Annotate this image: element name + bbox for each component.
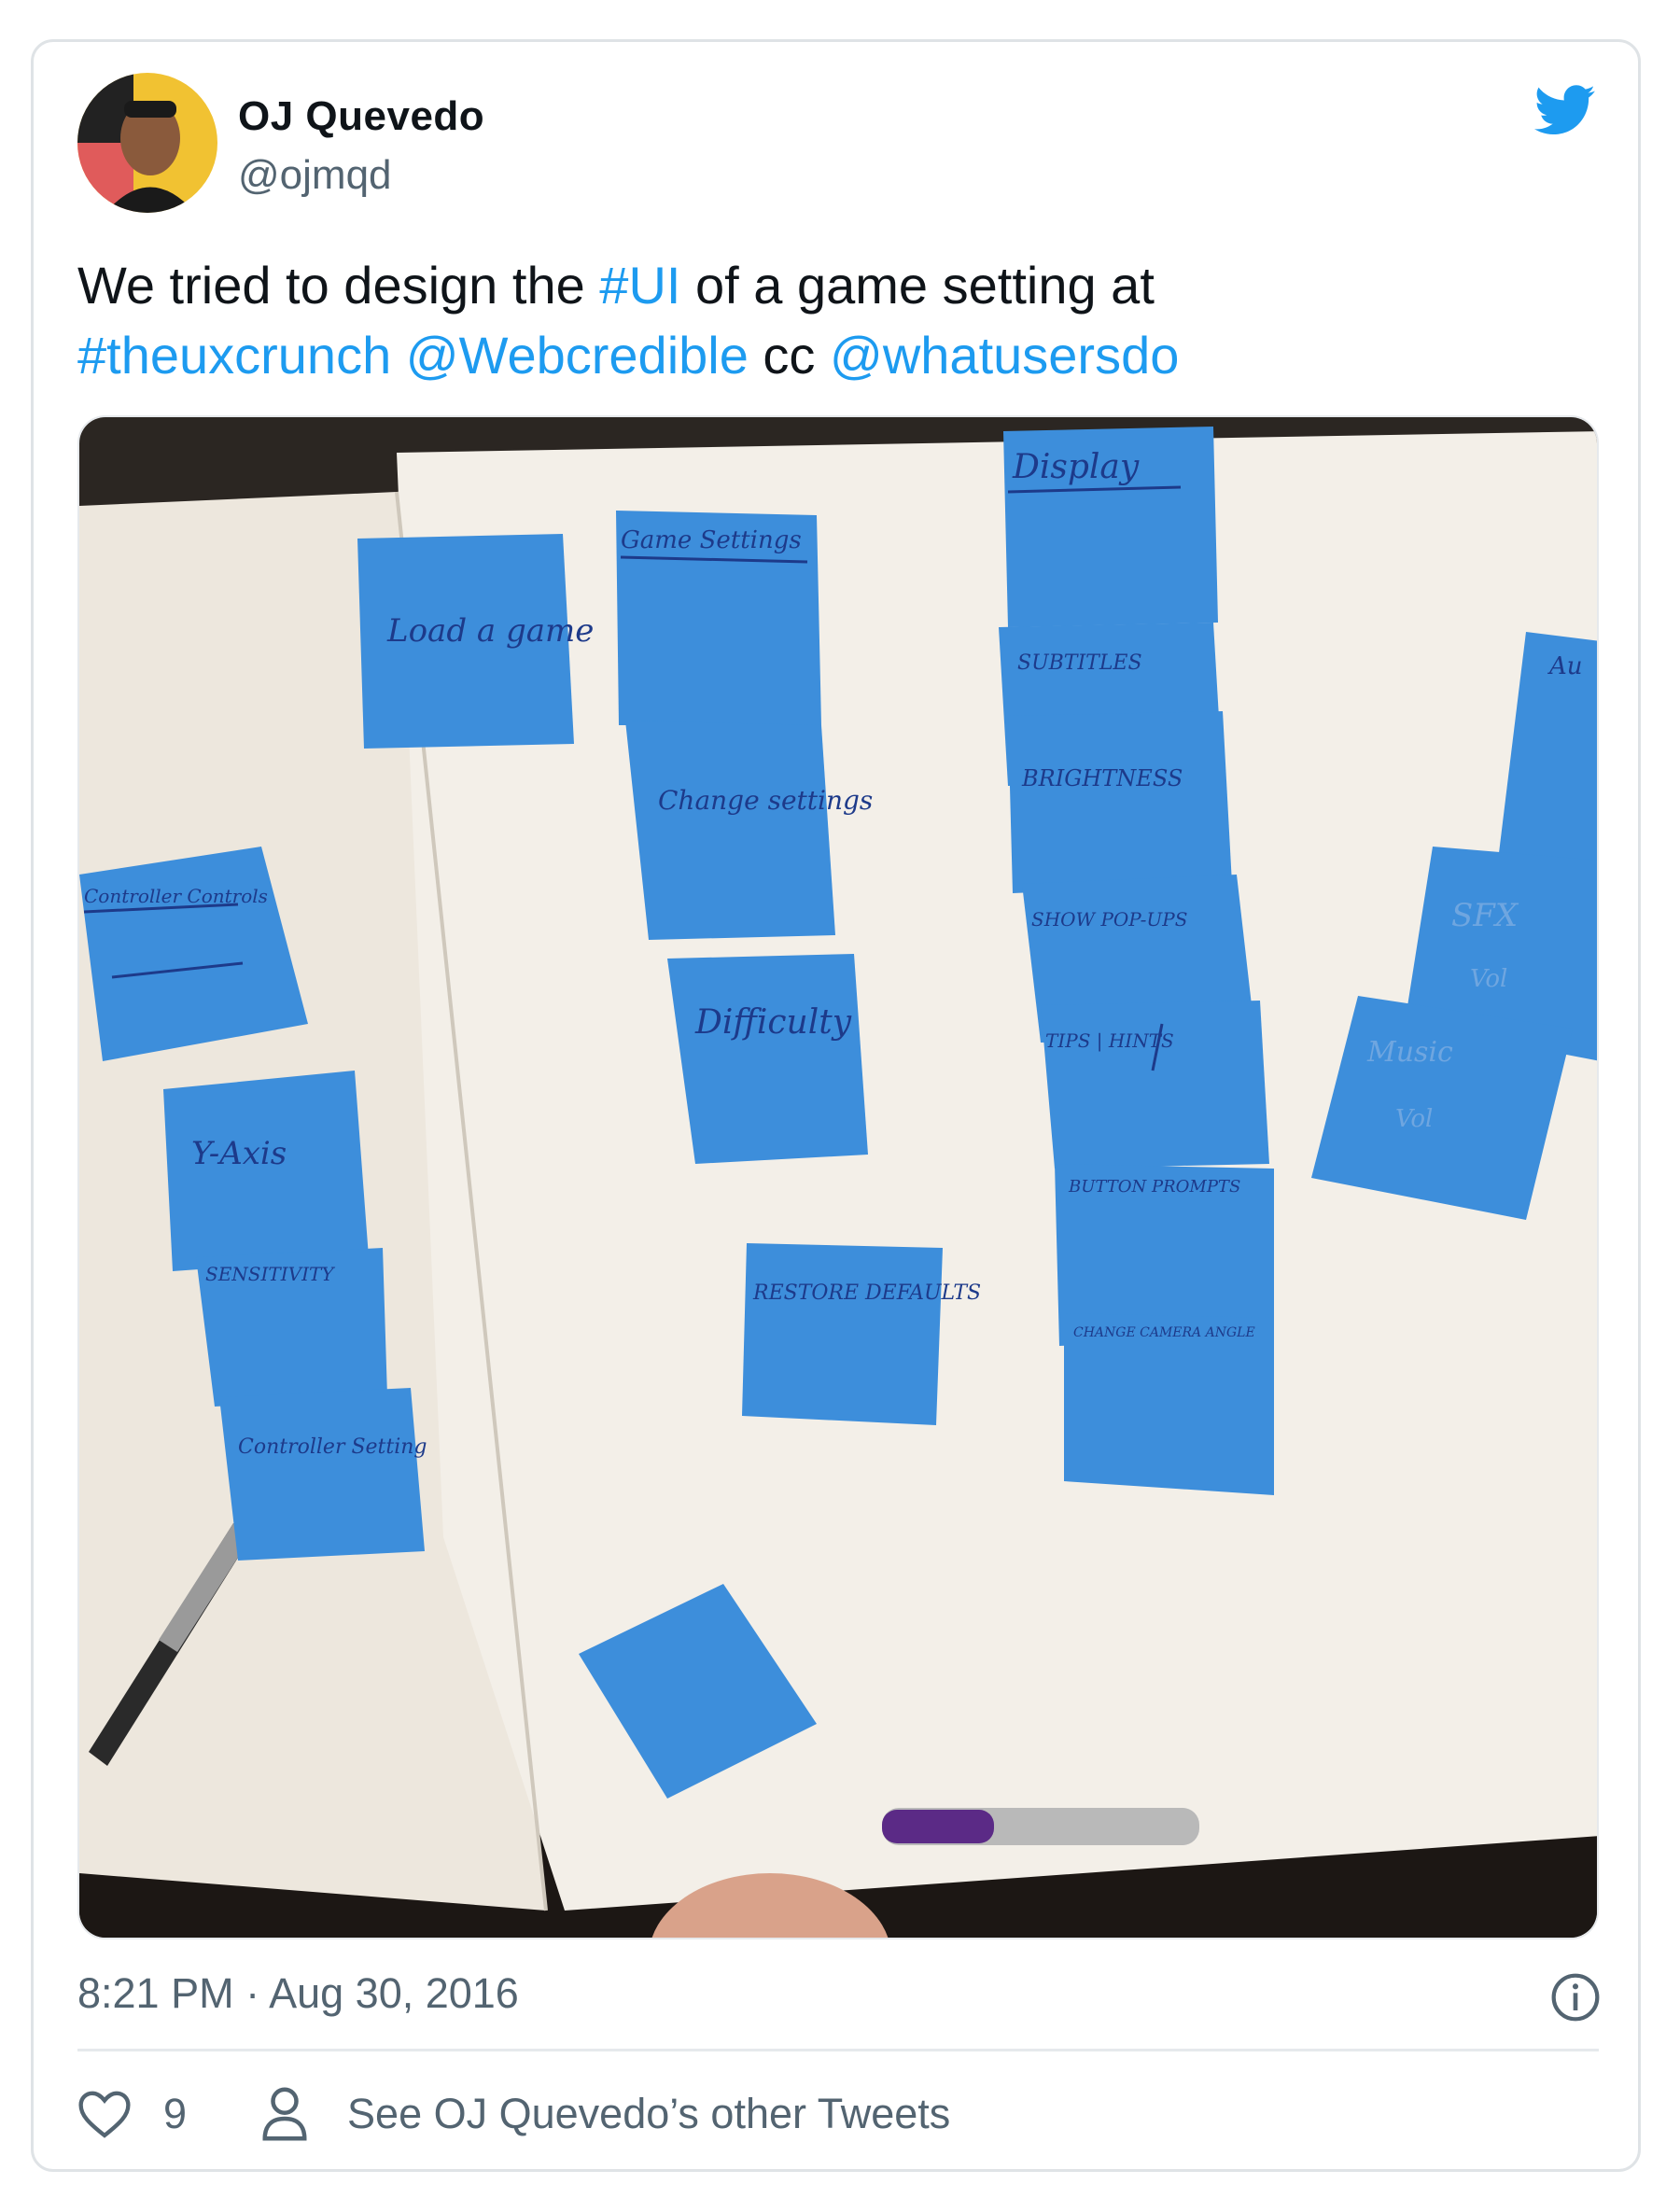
tweet-photo[interactable]: Load a game Game Settings Change setting… bbox=[77, 415, 1599, 1939]
tweet-text-segment: We tried to design the bbox=[77, 256, 600, 315]
note-display: Display bbox=[1012, 448, 1140, 486]
author-handle[interactable]: @ojmqd bbox=[238, 152, 392, 199]
author-name[interactable]: OJ Quevedo bbox=[238, 93, 484, 140]
note-tips-hints: TIPS | HINTS bbox=[1045, 1029, 1174, 1053]
note-game-settings: Game Settings bbox=[621, 526, 802, 554]
tweet-timestamp[interactable]: 8:21 PM · Aug 30, 2016 bbox=[77, 1969, 519, 2018]
note-camera-angle: CHANGE CAMERA ANGLE bbox=[1073, 1325, 1255, 1340]
twitter-bird-icon[interactable] bbox=[1531, 79, 1601, 140]
note-sfx-level: Vol bbox=[1470, 965, 1507, 993]
avatar[interactable] bbox=[77, 73, 217, 213]
info-icon[interactable] bbox=[1549, 1971, 1602, 2023]
tweet-text-segment: of a game setting at bbox=[680, 256, 1155, 315]
note-sensitivity: SENSITIVITY bbox=[205, 1263, 335, 1285]
tweet-text-segment: cc bbox=[748, 326, 830, 385]
note-y-axis: Y-Axis bbox=[191, 1135, 287, 1172]
mention-whatusersdo-link[interactable]: @whatusersdo bbox=[830, 326, 1179, 385]
heart-icon[interactable] bbox=[77, 2089, 132, 2139]
note-audio: Au bbox=[1547, 652, 1583, 680]
person-icon[interactable] bbox=[261, 2086, 308, 2142]
tweet-actions: 9 See OJ Quevedo’s other Tweets bbox=[77, 2081, 950, 2147]
other-tweets-link[interactable]: See OJ Quevedo’s other Tweets bbox=[347, 2090, 950, 2138]
hashtag-ui-link[interactable]: #UI bbox=[599, 256, 680, 315]
note-music: Music bbox=[1366, 1036, 1453, 1069]
note-button-prompts: BUTTON PROMPTS bbox=[1068, 1177, 1240, 1197]
divider bbox=[77, 2049, 1599, 2051]
purple-marker bbox=[882, 1808, 1199, 1845]
note-restore-defaults: RESTORE DEFAULTS bbox=[752, 1281, 981, 1305]
note-show-popups: SHOW POP-UPS bbox=[1031, 908, 1187, 931]
note-load-game: Load a game bbox=[386, 612, 594, 650]
note-controller-setting: Controller Setting bbox=[238, 1435, 427, 1459]
tweet-text: We tried to design the #UI of a game set… bbox=[77, 250, 1589, 390]
note-difficulty: Difficulty bbox=[694, 1003, 852, 1042]
note-music-level: Vol bbox=[1395, 1105, 1433, 1133]
note-subtitles: SUBTITLES bbox=[1017, 651, 1142, 675]
mention-webcredible-link[interactable]: @Webcredible bbox=[406, 326, 749, 385]
note-controller-controls: Controller Controls bbox=[84, 885, 268, 907]
tweet-text-segment bbox=[391, 326, 406, 385]
hashtag-theuxcrunch-link[interactable]: #theuxcrunch bbox=[77, 326, 391, 385]
note-sfx: SFX bbox=[1451, 897, 1519, 934]
note-brightness: BRIGHTNESS bbox=[1021, 765, 1183, 791]
like-count: 9 bbox=[163, 2090, 188, 2137]
note-change-settings: Change settings bbox=[658, 785, 873, 816]
